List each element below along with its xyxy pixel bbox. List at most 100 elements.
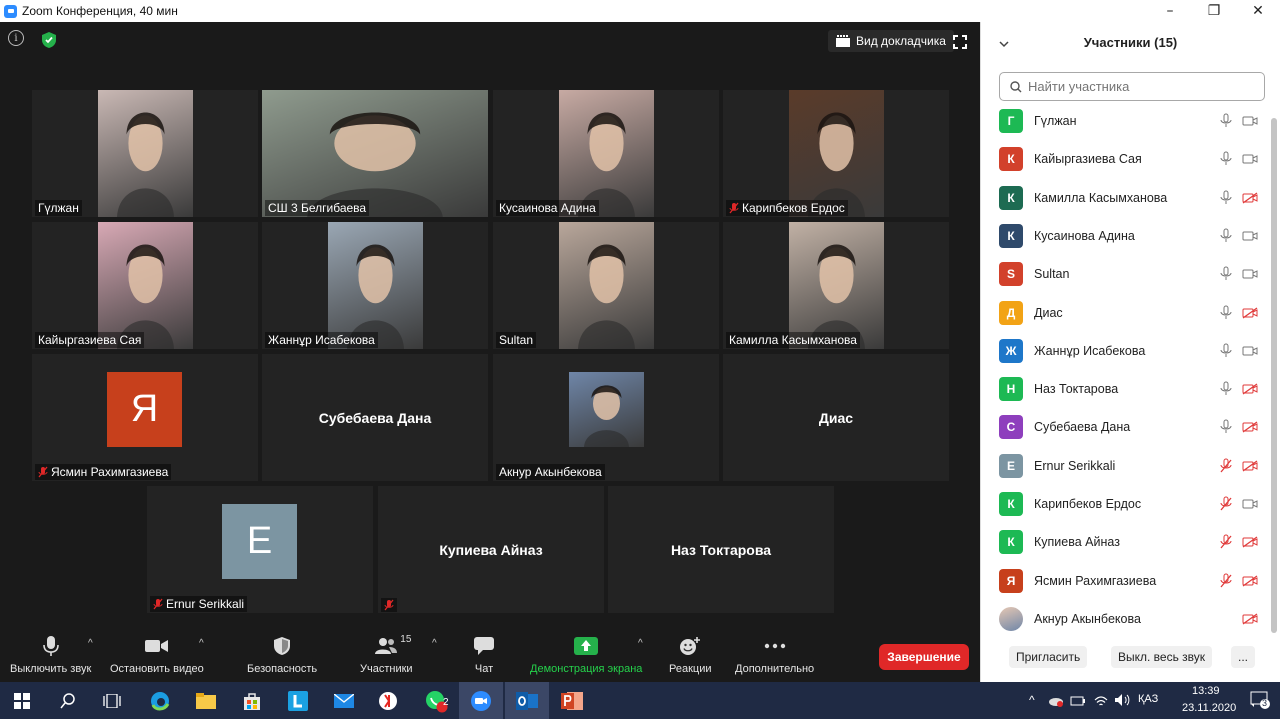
powerpoint-icon[interactable] <box>550 682 594 719</box>
video-tile[interactable]: Купиева Айназ <box>378 486 604 613</box>
participant-row[interactable]: E Ernur Serikkali <box>981 447 1271 485</box>
audio-options-chevron-icon[interactable]: ^ <box>88 638 93 649</box>
participants-button[interactable]: 15 Участники <box>360 634 413 675</box>
microphone-icon[interactable] <box>1220 151 1232 172</box>
microphone-icon[interactable] <box>1220 266 1232 287</box>
microphone-icon[interactable] <box>1220 381 1232 402</box>
chat-button[interactable]: Чат <box>474 634 494 675</box>
participant-name-large: Купиева Айназ <box>439 541 543 558</box>
video-tile[interactable]: Гүлжан <box>32 90 258 217</box>
participants-options-chevron-icon[interactable]: ^ <box>432 638 437 649</box>
share-options-chevron-icon[interactable]: ^ <box>638 638 643 649</box>
participant-video <box>327 222 423 349</box>
microphone-icon[interactable] <box>1220 190 1232 211</box>
video-tile[interactable]: Жаннұр Исабекова <box>262 222 488 349</box>
video-tile[interactable]: Диас <box>723 354 949 481</box>
participant-row[interactable]: Я Ясмин Рахимгазиева <box>981 562 1271 600</box>
zoom-taskbar-icon[interactable] <box>459 682 503 719</box>
reactions-button[interactable]: Реакции <box>669 634 712 675</box>
video-tile[interactable]: Субебаева Дана <box>262 354 488 481</box>
mute-button[interactable]: Выключить звук <box>10 634 91 675</box>
end-meeting-button[interactable]: Завершение <box>879 644 969 670</box>
encryption-shield-icon[interactable] <box>39 30 59 50</box>
file-explorer-icon[interactable] <box>184 682 228 719</box>
participant-row[interactable]: S Sultan <box>981 255 1271 293</box>
participant-row[interactable]: К Купиева Айназ <box>981 523 1271 561</box>
share-screen-button[interactable]: Демонстрация экрана <box>530 634 642 675</box>
search-input[interactable] <box>1028 79 1248 94</box>
outlook-icon[interactable] <box>505 682 549 719</box>
microphone-muted-icon[interactable] <box>1220 458 1232 479</box>
microphone-icon[interactable] <box>1220 419 1232 440</box>
stop-video-button[interactable]: Остановить видео <box>110 634 204 675</box>
battery-icon[interactable] <box>1070 694 1086 712</box>
mute-all-button[interactable]: Выкл. весь звук <box>1111 646 1213 668</box>
video-tile[interactable]: Наз Токтарова <box>608 486 834 613</box>
whatsapp-icon[interactable]: 2 <box>414 682 458 719</box>
microphone-muted-icon[interactable] <box>1220 534 1232 555</box>
clock-time[interactable]: 13:39 <box>1192 685 1220 697</box>
video-tile[interactable]: СШ 3 Белгибаева <box>262 90 488 217</box>
microphone-muted-icon[interactable] <box>1220 573 1232 594</box>
chevron-down-icon[interactable] <box>999 36 1009 51</box>
video-tile[interactable]: Я Ясмин Рахимгазиева <box>32 354 258 481</box>
mail-icon[interactable] <box>322 682 366 719</box>
participant-avatar: К <box>999 185 1023 210</box>
video-tile[interactable]: Карипбеков Ердос <box>723 90 949 217</box>
tray-chevron-up-icon[interactable]: ^ <box>1029 693 1035 707</box>
minimize-button[interactable]: – <box>1148 0 1192 22</box>
microphone-icon[interactable] <box>1220 228 1232 249</box>
clock-date[interactable]: 23.11.2020 <box>1182 702 1236 714</box>
info-icon[interactable]: i <box>8 30 24 46</box>
windows-start-icon[interactable] <box>0 682 44 719</box>
fullscreen-icon[interactable] <box>950 32 970 52</box>
participant-row[interactable]: Д Диас <box>981 294 1271 332</box>
security-button[interactable]: Безопасность <box>247 634 317 675</box>
close-button[interactable]: ✕ <box>1236 0 1280 22</box>
video-options-chevron-icon[interactable]: ^ <box>199 638 204 649</box>
yandex-browser-icon[interactable] <box>366 682 410 719</box>
video-tile[interactable]: Акнур Акынбекова <box>493 354 719 481</box>
participant-name-text: СШ 3 Белгибаева <box>268 201 367 215</box>
participant-search[interactable] <box>999 72 1265 101</box>
video-tile[interactable]: E Ernur Serikkali <box>147 486 373 613</box>
participant-avatar: S <box>999 262 1023 287</box>
video-tile[interactable]: Кайыргазиева Сая <box>32 222 258 349</box>
participant-row[interactable]: Акнур Акынбекова <box>981 600 1271 634</box>
participant-name-tag: Камилла Касымханова <box>726 332 860 348</box>
invite-button[interactable]: Пригласить <box>1009 646 1088 668</box>
microphone-icon[interactable] <box>1220 343 1232 364</box>
speaker-view-button[interactable]: Вид докладчика <box>828 30 954 52</box>
search-icon[interactable] <box>46 682 90 719</box>
video-camera-icon <box>1242 267 1258 285</box>
participant-row[interactable]: Ж Жаннұр Исабекова <box>981 332 1271 370</box>
cloud-sync-icon[interactable] <box>1048 694 1064 712</box>
l-app-icon[interactable] <box>276 682 320 719</box>
task-view-icon[interactable] <box>90 682 134 719</box>
language-indicator[interactable]: ҚАЗ <box>1138 693 1158 705</box>
participant-row[interactable]: К Карипбеков Ердос <box>981 485 1271 523</box>
microphone-icon[interactable] <box>1220 305 1232 326</box>
participant-name: Кайыргазиева Сая <box>1034 152 1142 167</box>
volume-icon[interactable] <box>1114 693 1130 712</box>
edge-browser-icon[interactable] <box>138 682 182 719</box>
participant-row[interactable]: С Субебаева Дана <box>981 408 1271 446</box>
participant-row[interactable]: К Кайыргазиева Сая <box>981 140 1271 178</box>
microphone-icon[interactable] <box>1220 113 1232 134</box>
participant-video <box>558 222 654 349</box>
maximize-button[interactable]: ❐ <box>1192 0 1236 22</box>
notification-center-icon[interactable]: 3 <box>1250 691 1270 714</box>
microphone-muted-icon[interactable] <box>1220 496 1232 517</box>
participant-row[interactable]: К Кусаинова Адина <box>981 217 1271 255</box>
participant-row[interactable]: Г Гүлжан <box>981 102 1271 140</box>
participant-row[interactable]: Н Наз Токтарова <box>981 370 1271 408</box>
more-button[interactable]: Дополнительно <box>735 634 814 675</box>
wifi-icon[interactable] <box>1094 694 1108 712</box>
participant-row[interactable]: К Камилла Касымханова <box>981 179 1271 217</box>
video-tile[interactable]: Sultan <box>493 222 719 349</box>
panel-more-button[interactable]: ... <box>1231 646 1256 668</box>
video-tile[interactable]: Камилла Касымханова <box>723 222 949 349</box>
store-icon[interactable] <box>230 682 274 719</box>
participant-list-scrollbar[interactable] <box>1271 118 1277 633</box>
video-tile[interactable]: Кусаинова Адина <box>493 90 719 217</box>
